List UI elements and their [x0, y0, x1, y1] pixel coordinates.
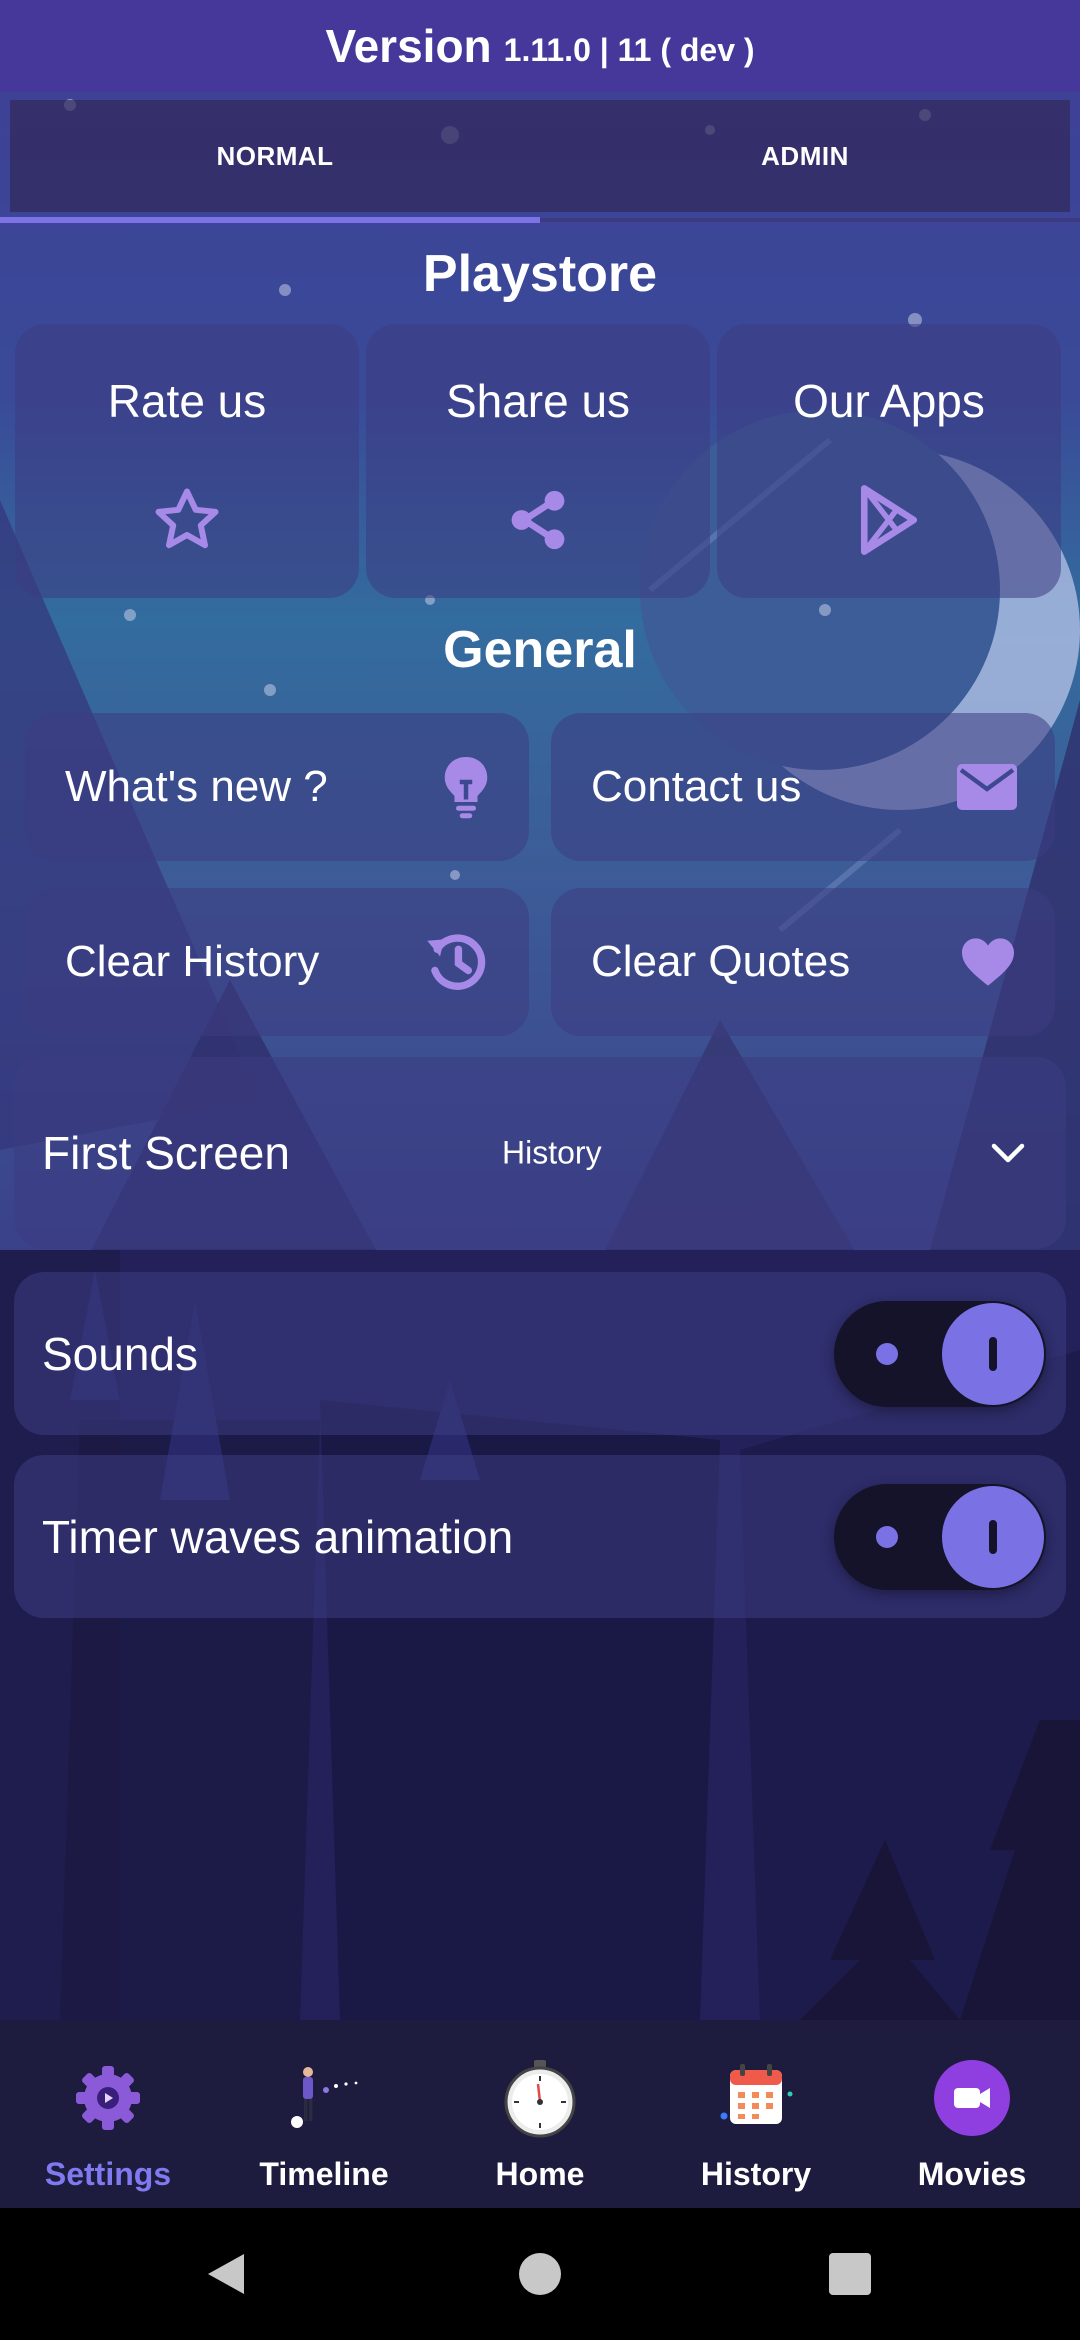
nav-movies-label: Movies: [917, 2156, 1027, 2192]
nav-home[interactable]: Home: [432, 2020, 648, 2208]
toggle-knob: [942, 1485, 1044, 1588]
toggle-knob: [942, 1302, 1044, 1405]
tab-track: [540, 218, 1080, 222]
contact-us-button[interactable]: Contact us: [551, 713, 1055, 861]
share-us-label: Share us: [445, 375, 631, 427]
app-screen: Version 1.11.0 | 11 ( dev ) NORMAL ADMIN…: [0, 0, 1080, 2208]
heart-icon: [962, 938, 1014, 986]
share-icon: [511, 490, 565, 550]
mail-icon: [957, 764, 1017, 810]
back-icon[interactable]: [204, 2250, 248, 2298]
nav-history[interactable]: History: [648, 2020, 864, 2208]
version-header: Version 1.11.0 | 11 ( dev ): [0, 0, 1080, 92]
version-label: Version: [325, 20, 492, 72]
timer-waves-setting-row: Timer waves animation: [14, 1455, 1066, 1618]
clear-quotes-label: Clear Quotes: [591, 937, 851, 986]
timer-waves-label: Timer waves animation: [42, 1510, 514, 1563]
tab-normal[interactable]: NORMAL: [10, 100, 540, 212]
general-section-title: General: [443, 621, 637, 679]
clear-quotes-button[interactable]: Clear Quotes: [551, 888, 1055, 1036]
first-screen-value: History: [502, 1134, 602, 1171]
first-screen-dropdown[interactable]: First Screen History: [14, 1057, 1066, 1249]
bottom-navigation: Settings Timeline Home History Movies: [0, 2020, 1080, 2208]
nav-timeline[interactable]: Timeline: [216, 2020, 432, 2208]
contact-us-label: Contact us: [591, 762, 802, 811]
nav-settings[interactable]: Settings: [0, 2020, 216, 2208]
nav-history-label: History: [700, 2156, 812, 2192]
recents-icon[interactable]: [828, 2252, 872, 2296]
star-icon: [155, 488, 219, 549]
clear-history-label: Clear History: [65, 937, 320, 986]
lightbulb-icon: [444, 757, 488, 819]
share-us-button[interactable]: Share us: [366, 324, 710, 598]
timeline-icon: [291, 2067, 358, 2128]
chevron-down-icon: [991, 1143, 1025, 1163]
stopwatch-icon: [504, 2060, 576, 2138]
nav-movies[interactable]: Movies: [864, 2020, 1080, 2208]
nav-timeline-label: Timeline: [259, 2156, 389, 2192]
nav-home-label: Home: [495, 2156, 585, 2192]
calendar-icon: [720, 2064, 793, 2124]
sounds-toggle[interactable]: [834, 1300, 1046, 1407]
nav-settings-label: Settings: [44, 2156, 172, 2192]
toggle-dot: [876, 1525, 898, 1548]
our-apps-button[interactable]: Our Apps: [717, 324, 1061, 598]
history-icon: [427, 934, 486, 990]
mode-tabs: NORMAL ADMIN: [10, 100, 1070, 212]
sounds-label: Sounds: [42, 1327, 199, 1380]
clear-history-button[interactable]: Clear History: [25, 888, 529, 1036]
tab-indicator: [0, 217, 540, 223]
gear-icon: [76, 2066, 140, 2130]
timer-waves-toggle[interactable]: [834, 1483, 1046, 1590]
whats-new-label: What's new ?: [65, 762, 328, 811]
video-camera-icon: [934, 2060, 1010, 2136]
toggle-dot: [876, 1342, 898, 1365]
rate-us-button[interactable]: Rate us: [15, 324, 359, 598]
version-value: 1.11.0 | 11 ( dev ): [503, 31, 755, 68]
sounds-setting-row: Sounds: [14, 1272, 1066, 1435]
home-circle-icon[interactable]: [518, 2252, 562, 2296]
tab-admin[interactable]: ADMIN: [540, 100, 1070, 212]
whats-new-button[interactable]: What's new ?: [25, 713, 529, 861]
our-apps-label: Our Apps: [793, 375, 985, 427]
system-navigation-bar: [0, 2208, 1080, 2340]
first-screen-label: First Screen: [42, 1127, 290, 1179]
playstore-section-title: Playstore: [422, 245, 658, 303]
rate-us-label: Rate us: [107, 375, 267, 427]
play-store-icon: [860, 485, 918, 555]
